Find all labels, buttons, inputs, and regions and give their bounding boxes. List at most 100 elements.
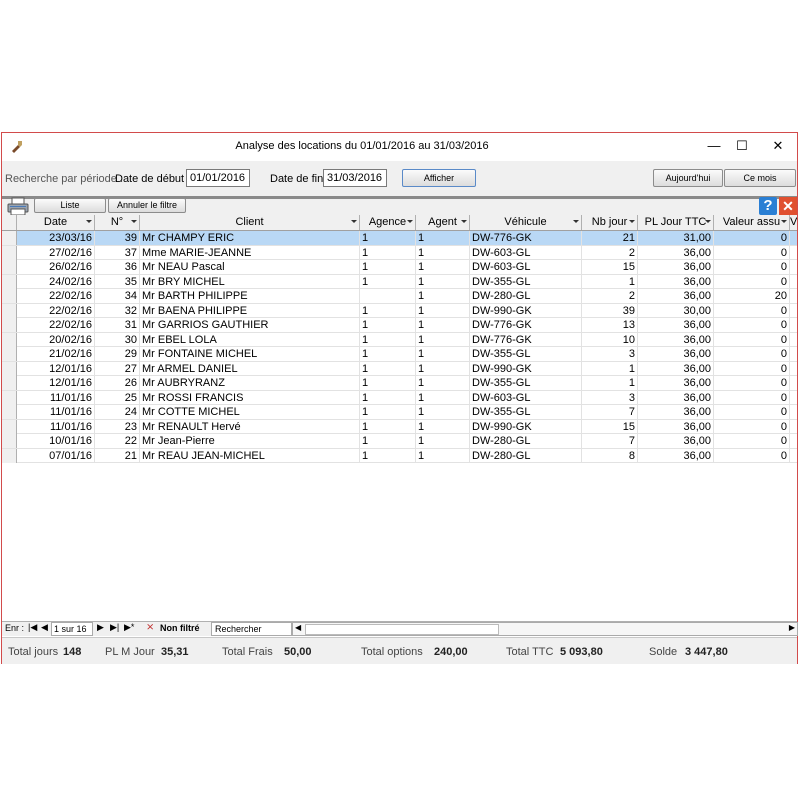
cell-client[interactable]: Mme MARIE-JEANNE <box>140 245 360 260</box>
cell-date[interactable]: 07/01/16 <box>17 448 95 463</box>
cell-date[interactable]: 22/02/16 <box>17 318 95 332</box>
new-record-icon[interactable]: ▶* <box>124 622 134 633</box>
date-debut-input[interactable]: 01/01/2016 <box>186 169 250 187</box>
cell-agent[interactable]: 1 <box>416 231 470 245</box>
filter-status[interactable]: Non filtré <box>160 623 200 633</box>
cell-pl-jour[interactable]: 36,00 <box>638 332 714 347</box>
cell-valeur[interactable]: 0 <box>714 274 790 289</box>
table-row[interactable]: 27/02/16 37 Mme MARIE-JEANNE 1 1 DW-603-GL 2 36… <box>2 245 797 260</box>
cell-nb-jour[interactable]: 2 <box>582 289 638 303</box>
cell-agence[interactable]: 1 <box>360 390 416 405</box>
cell-date[interactable]: 27/02/16 <box>17 245 95 260</box>
cell-num[interactable]: 27 <box>95 361 140 376</box>
table-row[interactable]: 23/03/16 39 Mr CHAMPY ERIC 1 1 DW-776-GK 21 31,… <box>2 231 797 246</box>
row-selector[interactable] <box>2 289 17 303</box>
scroll-right-icon[interactable]: ▶ <box>789 623 795 632</box>
cell-pl-jour[interactable]: 36,00 <box>638 318 714 332</box>
cell-date[interactable]: 11/01/16 <box>17 390 95 405</box>
cell-valeur[interactable]: 0 <box>714 245 790 260</box>
cell-valeur[interactable]: 0 <box>714 318 790 332</box>
cell-num[interactable]: 35 <box>95 274 140 289</box>
search-input[interactable]: Rechercher <box>211 622 292 636</box>
header-num[interactable]: N° <box>95 215 140 230</box>
table-row[interactable]: 20/02/16 30 Mr EBEL LOLA 1 1 DW-776-GK 10 36,00… <box>2 332 797 347</box>
cell-agence[interactable]: 1 <box>360 303 416 318</box>
cell-num[interactable]: 24 <box>95 405 140 419</box>
row-selector[interactable] <box>2 405 17 419</box>
cell-agent[interactable]: 1 <box>416 274 470 289</box>
cell-valeur[interactable]: 0 <box>714 434 790 448</box>
cell-client[interactable]: Mr NEAU Pascal <box>140 260 360 274</box>
cell-num[interactable]: 37 <box>95 245 140 260</box>
cell-client[interactable]: Mr EBEL LOLA <box>140 332 360 347</box>
cell-nb-jour[interactable]: 15 <box>582 260 638 274</box>
cell-date[interactable]: 11/01/16 <box>17 419 95 434</box>
cell-valeur[interactable]: 0 <box>714 347 790 361</box>
row-selector[interactable] <box>2 448 17 463</box>
cell-nb-jour[interactable]: 2 <box>582 245 638 260</box>
cell-date[interactable]: 12/01/16 <box>17 361 95 376</box>
table-row[interactable]: 07/01/16 21 Mr REAU JEAN-MICHEL 1 1 DW-280-GL… <box>2 448 797 463</box>
cell-valeur[interactable]: 0 <box>714 361 790 376</box>
prev-record-icon[interactable]: ◀ <box>41 622 48 633</box>
cell-nb-jour[interactable]: 13 <box>582 318 638 332</box>
table-row[interactable]: 26/02/16 36 Mr NEAU Pascal 1 1 DW-603-GL 15 36,… <box>2 260 797 275</box>
row-selector[interactable] <box>2 231 17 245</box>
row-selector[interactable] <box>2 274 17 289</box>
cell-nb-jour[interactable]: 1 <box>582 376 638 390</box>
cell-vehicule[interactable]: DW-355-GL <box>470 405 582 419</box>
maximize-button[interactable]: ☐ <box>722 133 762 160</box>
chevron-down-icon[interactable] <box>705 220 711 223</box>
cell-client[interactable]: Mr CHAMPY ERIC <box>140 231 360 245</box>
cell-date[interactable]: 22/02/16 <box>17 303 95 318</box>
table-row[interactable]: 21/02/16 29 Mr FONTAINE MICHEL 1 1 DW-355-GL 3… <box>2 347 797 362</box>
cell-vehicule[interactable]: DW-280-GL <box>470 434 582 448</box>
cell-num[interactable]: 23 <box>95 419 140 434</box>
cell-date[interactable]: 23/03/16 <box>17 231 95 245</box>
close-icon[interactable]: ✕ <box>779 197 797 215</box>
scrollbar-thumb[interactable] <box>305 624 499 635</box>
cell-agent[interactable]: 1 <box>416 419 470 434</box>
table-row[interactable]: 24/02/16 35 Mr BRY MICHEL 1 1 DW-355-GL 1 36,00… <box>2 274 797 289</box>
cell-num[interactable]: 29 <box>95 347 140 361</box>
cell-num[interactable]: 32 <box>95 303 140 318</box>
cell-vehicule[interactable]: DW-603-GL <box>470 390 582 405</box>
cell-pl-jour[interactable]: 36,00 <box>638 274 714 289</box>
cell-vehicule[interactable]: DW-990-GK <box>470 303 582 318</box>
header-agence[interactable]: Agence <box>360 215 416 230</box>
aujourdhui-button[interactable]: Aujourd'hui <box>653 169 723 187</box>
last-record-icon[interactable]: ▶| <box>110 622 119 633</box>
cell-nb-jour[interactable]: 21 <box>582 231 638 245</box>
cell-date[interactable]: 11/01/16 <box>17 405 95 419</box>
row-selector[interactable] <box>2 390 17 405</box>
cell-vehicule[interactable]: DW-776-GK <box>470 332 582 347</box>
cell-valeur[interactable]: 0 <box>714 448 790 463</box>
cell-client[interactable]: Mr BRY MICHEL <box>140 274 360 289</box>
cell-agence[interactable]: 1 <box>360 376 416 390</box>
chevron-down-icon[interactable] <box>461 220 467 223</box>
cell-num[interactable]: 21 <box>95 448 140 463</box>
cell-num[interactable]: 26 <box>95 376 140 390</box>
cell-pl-jour[interactable]: 36,00 <box>638 376 714 390</box>
cell-client[interactable]: Mr BARTH PHILIPPE <box>140 289 360 303</box>
cell-valeur[interactable]: 0 <box>714 405 790 419</box>
cell-agent[interactable]: 1 <box>416 318 470 332</box>
cell-num[interactable]: 34 <box>95 289 140 303</box>
cell-agent[interactable]: 1 <box>416 260 470 274</box>
cell-agence[interactable]: 1 <box>360 347 416 361</box>
cell-agence[interactable]: 1 <box>360 245 416 260</box>
cell-client[interactable]: Mr FONTAINE MICHEL <box>140 347 360 361</box>
cell-agent[interactable]: 1 <box>416 303 470 318</box>
cell-vehicule[interactable]: DW-990-GK <box>470 419 582 434</box>
window-close-button[interactable]: ✕ <box>758 133 798 160</box>
cell-pl-jour[interactable]: 36,00 <box>638 260 714 274</box>
header-client[interactable]: Client <box>140 215 360 230</box>
cell-vehicule[interactable]: DW-603-GL <box>470 260 582 274</box>
cell-num[interactable]: 30 <box>95 332 140 347</box>
cell-agence[interactable]: 1 <box>360 361 416 376</box>
chevron-down-icon[interactable] <box>407 220 413 223</box>
cell-nb-jour[interactable]: 3 <box>582 390 638 405</box>
cell-pl-jour[interactable]: 36,00 <box>638 347 714 361</box>
cell-nb-jour[interactable]: 8 <box>582 448 638 463</box>
row-selector[interactable] <box>2 332 17 347</box>
